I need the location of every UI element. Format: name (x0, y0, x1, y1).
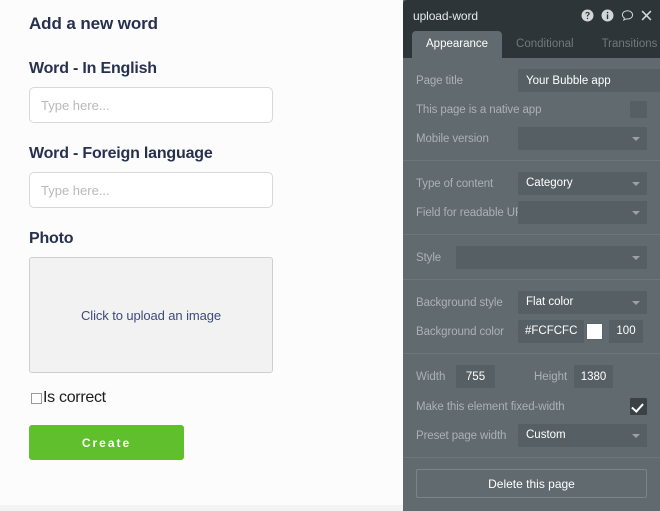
page-bottom-strip (0, 505, 403, 511)
page-title-input[interactable] (518, 69, 660, 92)
preset-page-width-label: Preset page width (416, 429, 507, 442)
tab-conditional[interactable]: Conditional (502, 31, 588, 58)
is-correct-label: Is correct (43, 389, 106, 406)
row-fixed-width: Make this element fixed-width (416, 395, 647, 418)
type-of-content-value: Category (526, 177, 573, 189)
app-page-preview: Add a new word Word - In English Word - … (0, 0, 403, 511)
panel-header: upload-word (403, 0, 660, 31)
background-style-value: Flat color (526, 296, 574, 308)
field-group-english: Word - In English (29, 60, 329, 123)
readable-url-select[interactable] (518, 201, 647, 224)
background-color-swatch[interactable] (586, 323, 603, 340)
panel-tabbar: Appearance Conditional Transitions (403, 31, 660, 58)
section-background: Background style Flat color Background c… (403, 279, 660, 353)
section-page-settings: Page title This page is a native app Mob… (403, 58, 660, 160)
image-uploader[interactable]: Click to upload an image (29, 257, 273, 373)
chevron-down-icon (632, 301, 640, 305)
type-of-content-label: Type of content (416, 177, 494, 190)
image-uploader-label: Click to upload an image (81, 307, 221, 323)
background-color-alpha-input[interactable]: 100 (609, 320, 643, 343)
help-circle-icon[interactable] (581, 9, 594, 22)
field-label-foreign: Word - Foreign language (29, 145, 213, 162)
readable-url-label: Field for readable URL (416, 206, 530, 219)
section-content-type: Type of content Category Field for reada… (403, 160, 660, 234)
close-icon[interactable] (641, 10, 652, 21)
create-button[interactable]: Create (29, 425, 184, 460)
background-color-group: #FCFCFC 100 (518, 320, 643, 343)
english-word-input[interactable] (29, 87, 273, 123)
panel-title: upload-word (413, 8, 478, 23)
panel-header-icons (581, 9, 652, 22)
mobile-version-select[interactable] (518, 127, 647, 150)
tab-appearance[interactable]: Appearance (412, 31, 503, 58)
panel-body: Page title This page is a native app Mob… (403, 58, 660, 511)
tab-transitions[interactable]: Transitions (588, 31, 660, 58)
mobile-version-label: Mobile version (416, 132, 489, 145)
section-dimensions: Width Height Make this element fixed-wid… (403, 353, 660, 457)
row-dimensions: Width Height (416, 365, 647, 388)
background-style-select[interactable]: Flat color (518, 291, 647, 314)
background-style-label: Background style (416, 296, 503, 309)
background-color-hex-input[interactable]: #FCFCFC (518, 320, 584, 343)
fixed-width-checkbox[interactable] (630, 398, 647, 415)
width-input[interactable] (456, 365, 495, 388)
section-style: Style (403, 234, 660, 279)
chevron-down-icon (632, 256, 640, 260)
style-label: Style (416, 251, 442, 264)
native-app-label: This page is a native app (416, 103, 542, 116)
row-preset-page-width: Preset page width Custom (416, 424, 647, 447)
fixed-width-label: Make this element fixed-width (416, 400, 565, 413)
height-label: Height (534, 370, 568, 383)
row-native-app: This page is a native app (416, 98, 647, 121)
background-color-label: Background color (416, 325, 504, 338)
foreign-word-input[interactable] (29, 172, 273, 208)
chevron-down-icon (632, 211, 640, 215)
info-circle-icon[interactable] (601, 9, 614, 22)
add-word-form: Add a new word Word - In English Word - … (29, 14, 329, 460)
field-group-photo: Photo Click to upload an image (29, 230, 329, 373)
delete-page-button[interactable]: Delete this page (416, 469, 647, 498)
type-of-content-select[interactable]: Category (518, 172, 647, 195)
chevron-down-icon (632, 137, 640, 141)
field-label-photo: Photo (29, 230, 74, 247)
row-style: Style (416, 246, 647, 269)
row-mobile-version: Mobile version (416, 127, 647, 150)
row-type-of-content: Type of content Category (416, 172, 647, 195)
field-group-foreign: Word - Foreign language (29, 145, 329, 208)
is-correct-checkbox[interactable] (31, 392, 42, 404)
height-input[interactable] (574, 365, 613, 388)
width-label: Width (416, 370, 446, 383)
screen-root: Add a new word Word - In English Word - … (0, 0, 660, 511)
comment-bubble-icon[interactable] (621, 9, 634, 22)
row-page-title: Page title (416, 69, 660, 92)
section-actions: Delete this page (403, 457, 660, 508)
style-select[interactable] (456, 246, 647, 269)
chevron-down-icon (632, 182, 640, 186)
row-background-color: Background color #FCFCFC 100 (416, 320, 647, 343)
chevron-down-icon (632, 434, 640, 438)
property-editor-panel: upload-word Appearance Conditional Trans… (403, 0, 660, 511)
field-label-english: Word - In English (29, 60, 157, 77)
page-title-label: Page title (416, 74, 463, 87)
preset-page-width-value: Custom (526, 429, 566, 441)
row-background-style: Background style Flat color (416, 291, 647, 314)
is-correct-row: Is correct (31, 389, 329, 407)
page-title: Add a new word (29, 14, 158, 33)
preset-page-width-select[interactable]: Custom (518, 424, 647, 447)
row-readable-url: Field for readable URL (416, 201, 647, 224)
native-app-checkbox[interactable] (630, 101, 647, 118)
